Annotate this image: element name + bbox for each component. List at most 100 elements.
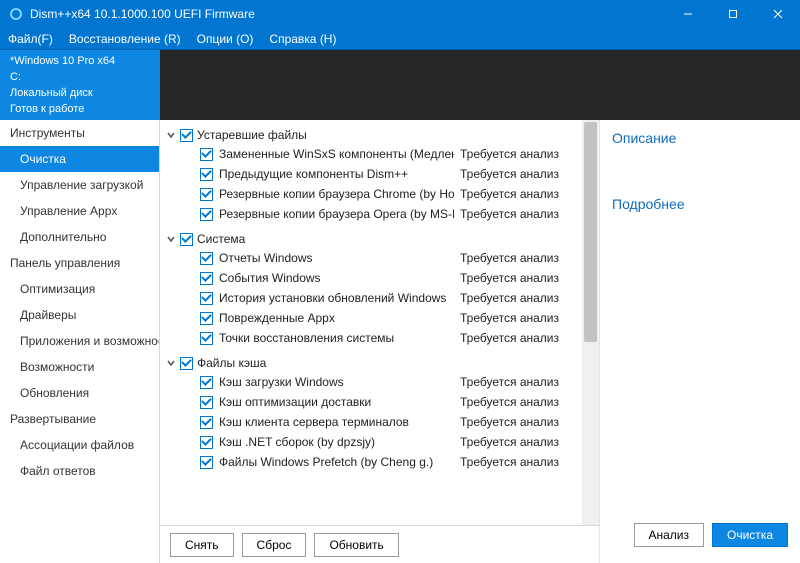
chevron-down-icon[interactable] (166, 358, 176, 368)
item-checkbox[interactable] (200, 292, 213, 305)
cleanup-item[interactable]: События WindowsТребуется анализ (166, 268, 582, 288)
item-name: История установки обновлений Windows (219, 291, 454, 305)
item-name: Кэш оптимизации доставки (219, 395, 454, 409)
cleanup-item[interactable]: Кэш оптимизации доставкиТребуется анализ (166, 392, 582, 412)
item-status: Требуется анализ (460, 415, 570, 429)
group-checkbox[interactable] (180, 233, 193, 246)
sidebar-item[interactable]: Оптимизация (0, 276, 159, 302)
cleanup-item[interactable]: Отчеты WindowsТребуется анализ (166, 248, 582, 268)
item-checkbox[interactable] (200, 456, 213, 469)
image-info-strip: *Windows 10 Pro x64 C: Локальный диск Го… (0, 50, 800, 120)
item-checkbox[interactable] (200, 332, 213, 345)
menu-recovery[interactable]: Восстановление (R) (61, 28, 189, 49)
reset-button[interactable]: Сброс (242, 533, 307, 557)
item-status: Требуется анализ (460, 375, 570, 389)
close-button[interactable] (755, 0, 800, 28)
cleanup-item[interactable]: Кэш загрузки Windows Требуется анализ (166, 372, 582, 392)
item-checkbox[interactable] (200, 312, 213, 325)
item-checkbox[interactable] (200, 188, 213, 201)
item-checkbox[interactable] (200, 436, 213, 449)
cleanup-item[interactable]: Кэш .NET сборок (by dpzsjy)Требуется ана… (166, 432, 582, 452)
cleanup-tree: Устаревшие файлы Замененные WinSxS компон… (160, 120, 582, 525)
sidebar-item[interactable]: Управление Appx (0, 198, 159, 224)
item-name: Предыдущие компоненты Dism++ (219, 167, 454, 181)
details-panel: Описание Подробнее Анализ Очистка (600, 120, 800, 563)
menu-options[interactable]: Опции (O) (189, 28, 262, 49)
sidebar-group-header: Развертывание (0, 406, 159, 432)
image-edition: *Windows 10 Pro x64 (10, 54, 150, 68)
item-status: Требуется анализ (460, 207, 570, 221)
item-status: Требуется анализ (460, 167, 570, 181)
cleanup-item[interactable]: Предыдущие компоненты Dism++ Требуется ан… (166, 164, 582, 184)
item-checkbox[interactable] (200, 148, 213, 161)
chevron-down-icon[interactable] (166, 234, 176, 244)
chevron-down-icon[interactable] (166, 130, 176, 140)
item-name: Точки восстановления системы (219, 331, 454, 345)
cleanup-item[interactable]: Резервные копии браузера Opera (by MS-PC… (166, 204, 582, 224)
group-header[interactable]: Устаревшие файлы (166, 126, 582, 144)
item-checkbox[interactable] (200, 416, 213, 429)
clean-button[interactable]: Очистка (712, 523, 788, 547)
sidebar-item[interactable]: Драйверы (0, 302, 159, 328)
item-name: Кэш загрузки Windows (219, 375, 454, 389)
group-header[interactable]: Файлы кэша (166, 354, 582, 372)
image-status: Готов к работе (10, 102, 150, 116)
description-header: Описание (612, 130, 788, 146)
maximize-button[interactable] (710, 0, 755, 28)
item-name: Резервные копии браузера Chrome (by Honr… (219, 187, 454, 201)
scrollbar-thumb[interactable] (584, 122, 597, 342)
sidebar-item[interactable]: Файл ответов (0, 458, 159, 484)
item-status: Требуется анализ (460, 331, 570, 345)
menu-file[interactable]: Файл(F) (0, 28, 61, 49)
item-status: Требуется анализ (460, 455, 570, 469)
sidebar-item[interactable]: Дополнительно (0, 224, 159, 250)
sidebar-item[interactable]: Обновления (0, 380, 159, 406)
sidebar-item[interactable]: Приложения и возможности (0, 328, 159, 354)
group-checkbox[interactable] (180, 129, 193, 142)
cleanup-item[interactable]: Замененные WinSxS компоненты (Медленно Тр… (166, 144, 582, 164)
minimize-button[interactable] (665, 0, 710, 28)
group-checkbox[interactable] (180, 357, 193, 370)
sidebar-item[interactable]: Ассоциации файлов (0, 432, 159, 458)
cleanup-item[interactable]: Точки восстановления системы Требуется ан… (166, 328, 582, 348)
menu-bar: Файл(F) Восстановление (R) Опции (O) Спр… (0, 28, 800, 50)
item-checkbox[interactable] (200, 272, 213, 285)
main-panel: Устаревшие файлы Замененные WinSxS компон… (160, 120, 600, 563)
item-name: Резервные копии браузера Opera (by MS-PC… (219, 207, 454, 221)
cleanup-item[interactable]: Резервные копии браузера Chrome (by Honr… (166, 184, 582, 204)
sidebar-item[interactable]: Возможности (0, 354, 159, 380)
image-tile[interactable]: *Windows 10 Pro x64 C: Локальный диск Го… (0, 50, 160, 120)
sidebar-item[interactable]: Очистка (0, 146, 159, 172)
cleanup-item[interactable]: Кэш клиента сервера терминаловТребуется … (166, 412, 582, 432)
item-name: Замененные WinSxS компоненты (Медленно (219, 147, 454, 161)
item-checkbox[interactable] (200, 168, 213, 181)
details-header: Подробнее (612, 196, 788, 212)
refresh-button[interactable]: Обновить (314, 533, 398, 557)
item-status: Требуется анализ (460, 311, 570, 325)
item-status: Требуется анализ (460, 147, 570, 161)
group-label: Устаревшие файлы (197, 128, 307, 142)
item-name: Отчеты Windows (219, 251, 454, 265)
group-header[interactable]: Система (166, 230, 582, 248)
vertical-scrollbar[interactable] (582, 120, 599, 525)
item-name: Кэш .NET сборок (by dpzsjy) (219, 435, 454, 449)
cleanup-item[interactable]: Файлы Windows Prefetch (by Cheng g.)Треб… (166, 452, 582, 472)
cleanup-item[interactable]: История установки обновлений WindowsТреб… (166, 288, 582, 308)
sidebar-item[interactable]: Управление загрузкой (0, 172, 159, 198)
item-checkbox[interactable] (200, 396, 213, 409)
title-bar: Dism++x64 10.1.1000.100 UEFI Firmware (0, 0, 800, 28)
app-icon (8, 6, 24, 22)
sidebar-group-header: Панель управления (0, 250, 159, 276)
cleanup-item[interactable]: Поврежденные AppxТребуется анализ (166, 308, 582, 328)
item-checkbox[interactable] (200, 252, 213, 265)
image-disk-label: Локальный диск (10, 86, 150, 100)
analyze-button[interactable]: Анализ (634, 523, 705, 547)
group-label: Система (197, 232, 245, 246)
window-controls (665, 0, 800, 28)
cleanup-group: СистемаОтчеты WindowsТребуется анализСоб… (166, 230, 582, 348)
item-checkbox[interactable] (200, 208, 213, 221)
right-footer: Анализ Очистка (612, 523, 788, 553)
menu-help[interactable]: Справка (H) (261, 28, 344, 49)
uncheck-button[interactable]: Снять (170, 533, 234, 557)
item-checkbox[interactable] (200, 376, 213, 389)
